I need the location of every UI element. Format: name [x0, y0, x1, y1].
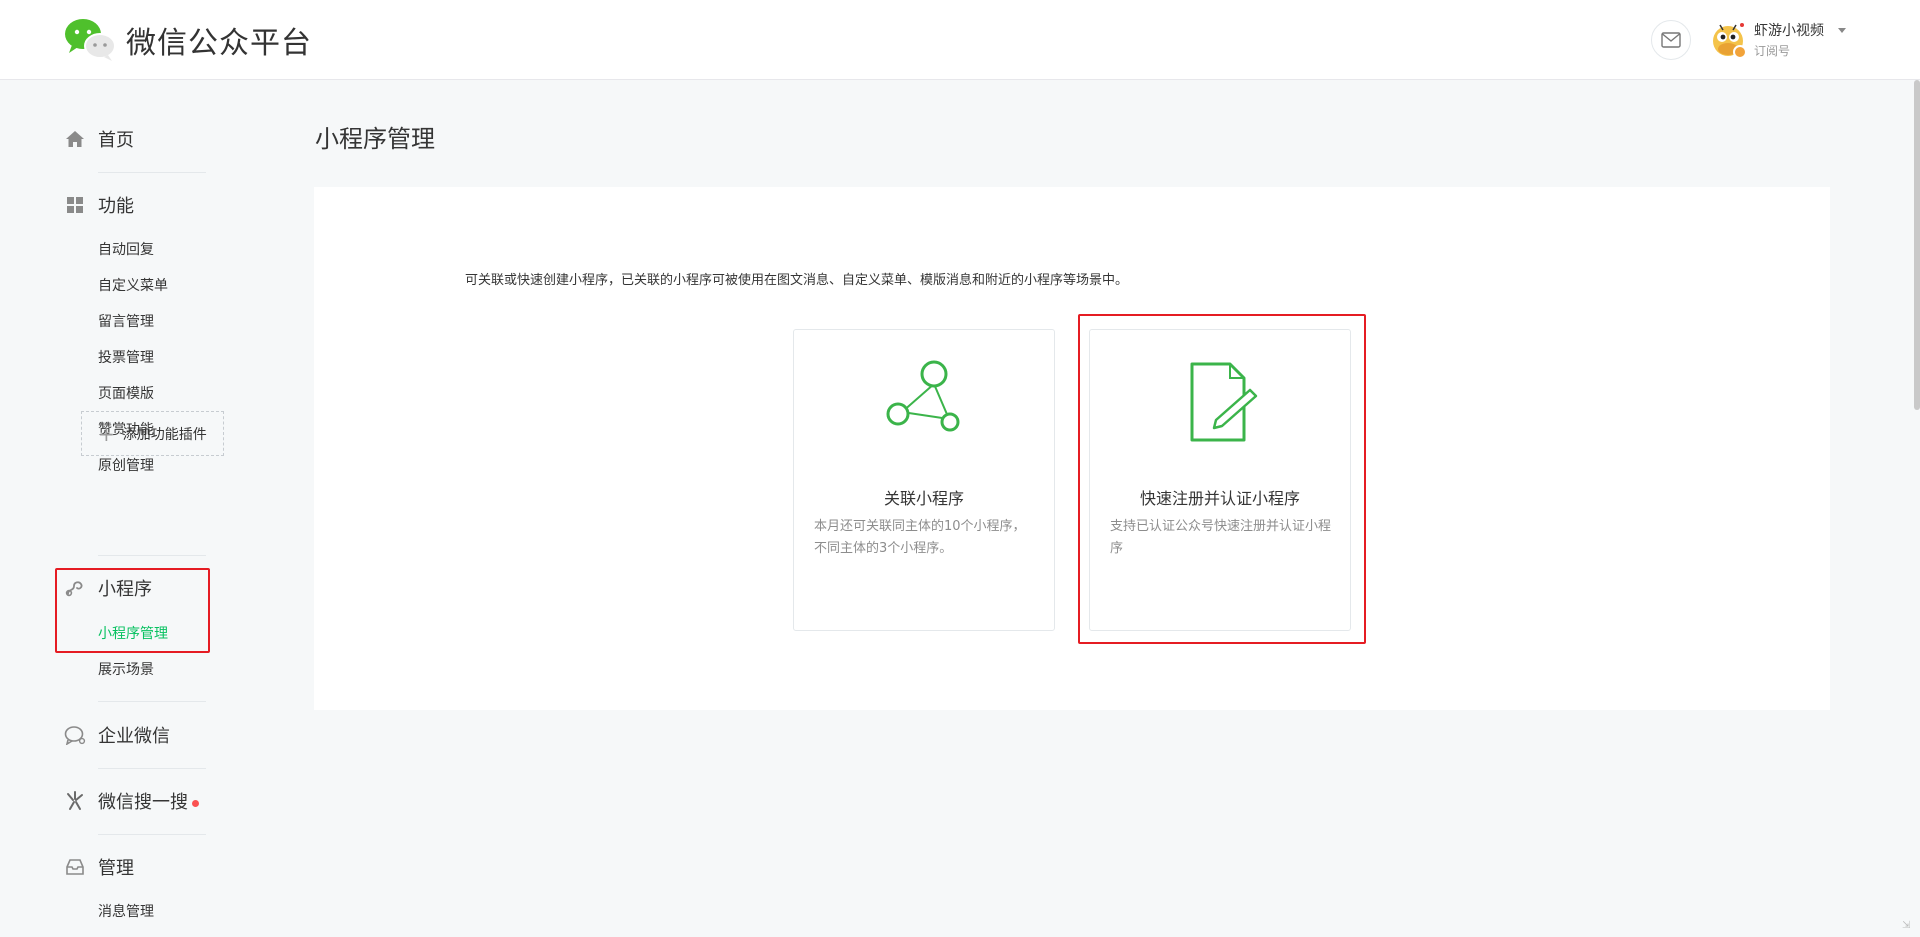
sidebar-item-label: 管理 [98, 858, 134, 879]
card-description: 本月还可关联同主体的10个小程序，不同主体的3个小程序。 [814, 519, 1026, 556]
card-title: 关联小程序 [883, 489, 964, 508]
sidebar-item-votes[interactable]: 投票管理 [98, 347, 154, 367]
account-type: 订阅号 [1754, 44, 1791, 58]
content-panel [314, 187, 1830, 710]
sidebar-divider [98, 172, 206, 173]
link-nodes-icon [886, 360, 960, 432]
sidebar-divider [98, 834, 206, 835]
sidebar-divider [98, 701, 206, 702]
chevron-down-icon[interactable] [1838, 28, 1846, 33]
home-icon [64, 128, 86, 150]
sidebar-item-search-text: 微信搜一搜 [98, 792, 188, 813]
page-scrollbar[interactable] [1914, 80, 1920, 410]
sidebar-item-function[interactable]: 功能 [64, 190, 134, 220]
notification-dot [192, 799, 199, 807]
grid-icon [64, 194, 86, 216]
sidebar-item-comments[interactable]: 留言管理 [98, 311, 154, 331]
sidebar-item-display-scene[interactable]: 展示场景 [98, 659, 154, 679]
sidebar-item-message-manage[interactable]: 消息管理 [98, 901, 154, 921]
sidebar-item-auto-reply[interactable]: 自动回复 [98, 239, 154, 259]
sidebar-item-original[interactable]: 原创管理 [98, 455, 154, 475]
sidebar-item-label: 功能 [98, 196, 134, 217]
sidebar-item-label: 微信搜一搜 [98, 788, 199, 814]
search-star-icon [64, 790, 86, 812]
sidebar-item-home[interactable]: 首页 [64, 124, 134, 154]
sidebar-item-label: 首页 [98, 130, 134, 151]
enterprise-chat-icon [64, 724, 86, 746]
sidebar-item-label: 企业微信 [98, 726, 170, 747]
message-button[interactable] [1651, 20, 1691, 60]
top-header: 微信公众平台 虾游小视频 订阅号 [0, 0, 1920, 80]
account-name[interactable]: 虾游小视频 [1754, 20, 1824, 40]
brand-title: 微信公众平台 [126, 26, 312, 61]
sidebar-item-page-template[interactable]: 页面模版 [98, 383, 154, 403]
add-plugin-label: 添加功能插件 [122, 426, 207, 443]
scroll-corner-icon: ⇲ [1902, 920, 1911, 931]
intro-text: 可关联或快速创建小程序，已关联的小程序可被使用在图文消息、自定义菜单、模版消息和… [465, 273, 1129, 288]
sidebar-item-enterprise-wechat[interactable]: 企业微信 [64, 720, 170, 750]
plus-icon: + [98, 421, 115, 446]
sidebar-item-manage[interactable]: 管理 [64, 852, 134, 882]
brand-logo[interactable]: 微信公众平台 [64, 18, 312, 62]
highlight-box-sidebar [55, 568, 210, 653]
sidebar-divider [98, 768, 206, 769]
sidebar-item-custom-menu[interactable]: 自定义菜单 [98, 275, 168, 295]
sidebar-item-wechat-search[interactable]: 微信搜一搜 [64, 786, 199, 816]
add-plugin-button[interactable]: + 添加功能插件 [81, 411, 224, 456]
inbox-icon [64, 856, 86, 878]
wechat-logo-icon [65, 19, 116, 61]
highlight-box-card [1078, 314, 1366, 644]
page-title: 小程序管理 [315, 125, 435, 153]
mail-icon [1661, 32, 1681, 48]
link-miniprogram-card[interactable]: 关联小程序 本月还可关联同主体的10个小程序，不同主体的3个小程序。 [793, 329, 1055, 631]
verified-badge-icon [1733, 45, 1747, 59]
sidebar-divider [98, 555, 206, 556]
